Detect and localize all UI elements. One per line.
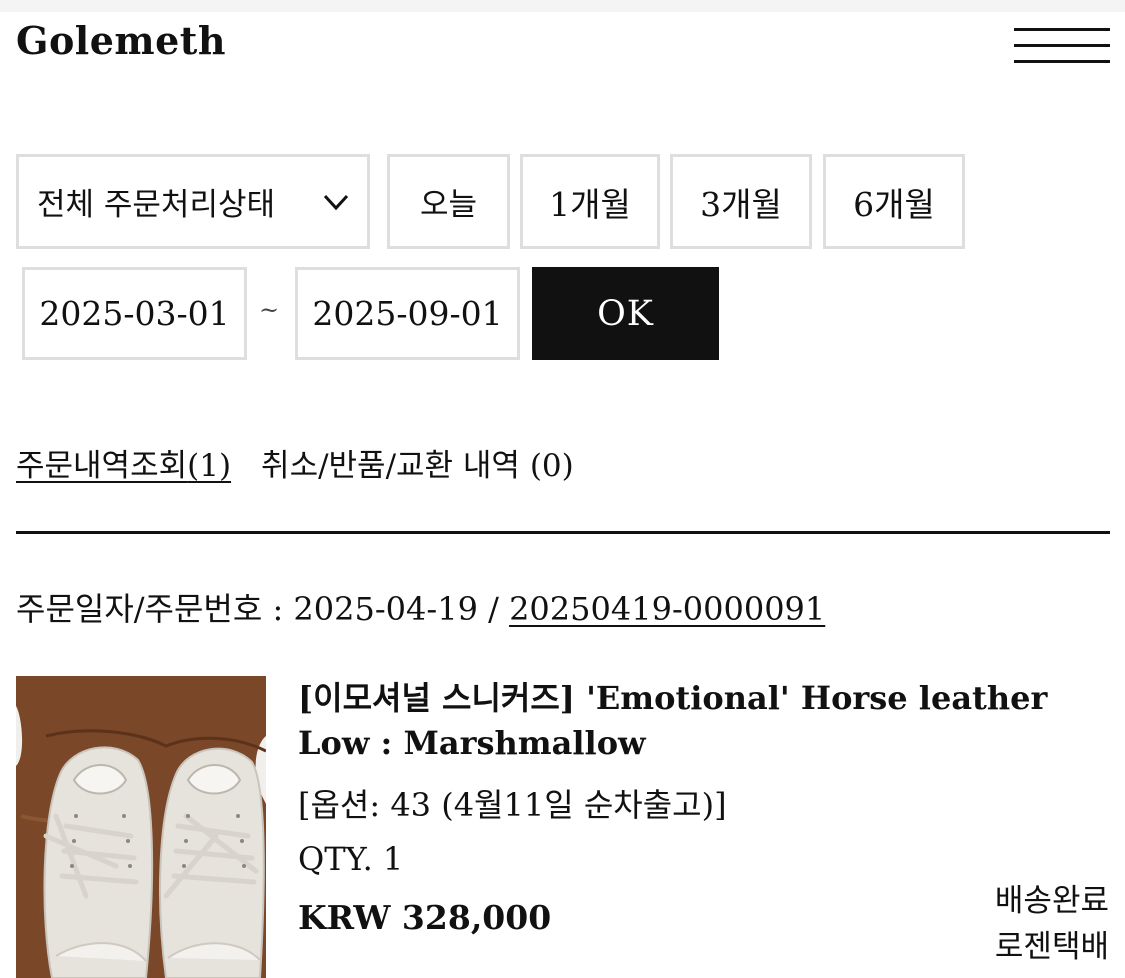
ok-button[interactable]: OK — [532, 267, 719, 360]
period-1-month-button[interactable]: 1개월 — [520, 154, 660, 249]
top-strip — [0, 0, 1125, 12]
product-option: [옵션: 43 (4월11일 순차출고)] — [298, 786, 727, 824]
product-price: KRW 328,000 — [298, 898, 552, 937]
period-6-months-button[interactable]: 6개월 — [823, 154, 965, 249]
tab-order-history-count: (1) — [187, 448, 232, 484]
date-to-input[interactable]: 2025-09-01 — [295, 267, 520, 360]
section-divider — [16, 531, 1110, 534]
delivery-status: 배송완료 — [994, 883, 1109, 919]
tab-order-history[interactable]: 주문내역조회(1) — [16, 440, 231, 485]
shipping-info: 배송완료 로젠택배 — [995, 878, 1109, 970]
carrier-link[interactable]: 로젠택배 — [995, 924, 1109, 970]
order-number-link[interactable]: 20250419-0000091 — [509, 590, 825, 628]
order-date-number: 주문일자/주문번호 : 2025-04-19 / 20250419-000009… — [16, 584, 825, 630]
product-name[interactable]: [이모셔널 스니커즈] 'Emotional' Horse leather Lo… — [298, 676, 1088, 766]
tab-order-history-label: 주문내역조회 — [16, 448, 188, 484]
hamburger-menu-icon[interactable] — [1014, 28, 1110, 64]
tab-cancel-return-exchange-label: 취소/반품/교환 내역 — [261, 448, 520, 484]
product-quantity: QTY. 1 — [298, 840, 404, 878]
date-separator: ~ — [259, 296, 280, 324]
product-thumbnail[interactable] — [16, 676, 266, 978]
tab-cancel-return-exchange[interactable]: 취소/반품/교환 내역 (0) — [261, 440, 574, 485]
date-from-input[interactable]: 2025-03-01 — [22, 267, 247, 360]
period-today-button[interactable]: 오늘 — [387, 154, 510, 249]
order-date-label: 주문일자/주문번호 : 2025-04-19 / — [16, 590, 510, 628]
chevron-down-icon — [323, 194, 349, 211]
sneaker-photo — [16, 676, 266, 978]
order-status-select-value: 전체 주문처리상태 — [37, 187, 276, 223]
order-status-select[interactable]: 전체 주문처리상태 — [16, 154, 370, 249]
site-logo[interactable]: Golemeth — [16, 18, 226, 63]
order-tabs: 주문내역조회(1) 취소/반품/교환 내역 (0) — [16, 440, 574, 485]
tab-cancel-return-exchange-count: (0) — [529, 448, 574, 484]
period-3-months-button[interactable]: 3개월 — [670, 154, 812, 249]
